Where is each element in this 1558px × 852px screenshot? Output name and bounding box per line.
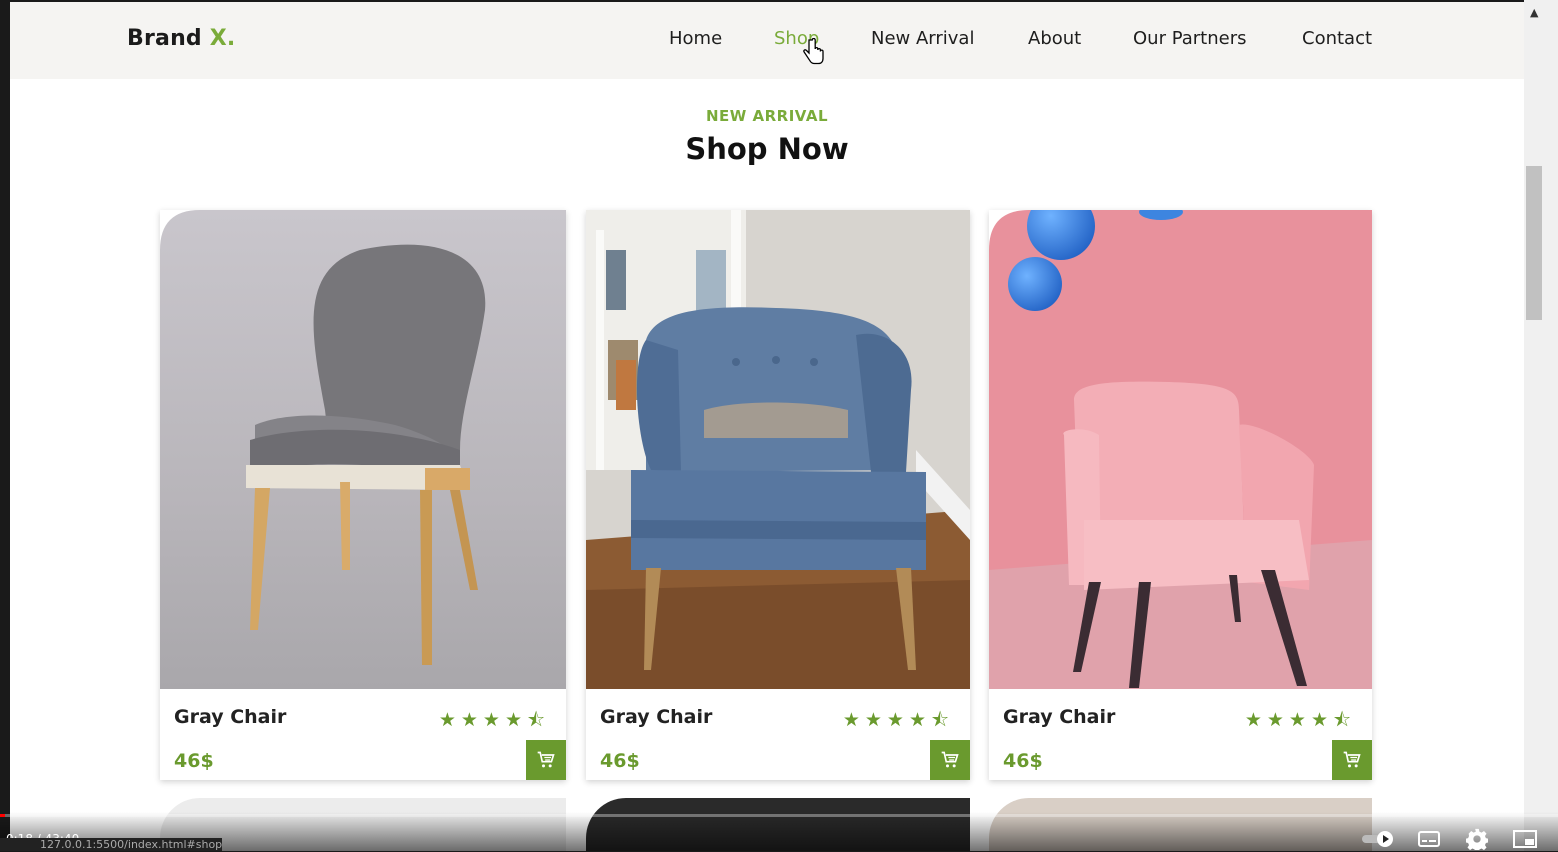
star-rating-icon: ★★★★⯪ (438, 709, 550, 731)
product-card[interactable]: Gray Chair ★★★★⯪ 46$ (989, 210, 1372, 780)
product-price: 46$ (174, 750, 214, 772)
cart-icon (941, 751, 959, 768)
product-title: Gray Chair (174, 706, 287, 728)
product-image-blue-armchair[interactable] (586, 210, 970, 689)
star-rating-icon: ★★★★⯪ (842, 709, 954, 731)
add-to-cart-button[interactable] (526, 740, 566, 780)
video-progress-bar[interactable] (0, 814, 1558, 817)
browser-viewport: Brand X. Home Shop New Arrival About Our… (10, 2, 1524, 851)
cart-icon (537, 751, 555, 768)
video-progress-fill (0, 814, 5, 817)
nav-item-our-partners[interactable]: Our Partners (1133, 28, 1247, 49)
product-card[interactable]: Gray Chair ★★★★⯪ 46$ (586, 210, 970, 780)
navbar: Brand X. Home Shop New Arrival About Our… (10, 2, 1524, 79)
nav-item-contact[interactable]: Contact (1302, 28, 1372, 49)
autoplay-toggle-icon[interactable] (1360, 826, 1396, 852)
section-subtitle: NEW ARRIVAL (705, 107, 829, 125)
subtitles-icon[interactable] (1416, 826, 1442, 852)
product-title: Gray Chair (1003, 706, 1116, 728)
cart-icon (1343, 751, 1361, 768)
video-controls-bar (0, 812, 1558, 851)
product-image-gray-chair[interactable] (160, 210, 566, 689)
nav-item-new-arrival[interactable]: New Arrival (871, 28, 974, 49)
add-to-cart-button[interactable] (930, 740, 970, 780)
status-url: 127.0.0.1:5500/index.html#shop (0, 838, 222, 851)
product-title: Gray Chair (600, 706, 713, 728)
product-price: 46$ (600, 750, 640, 772)
add-to-cart-button[interactable] (1332, 740, 1372, 780)
vertical-scrollbar[interactable] (1524, 0, 1558, 851)
product-card[interactable]: Gray Chair ★★★★⯪ 46$ (160, 210, 566, 780)
main-nav: Home Shop New Arrival About Our Partners… (10, 28, 1524, 58)
scrollbar-thumb[interactable] (1526, 166, 1542, 320)
scroll-up-arrow-icon[interactable]: ▲ (1530, 6, 1538, 19)
product-image-pink-armchair[interactable] (989, 210, 1372, 689)
hand-cursor-icon (803, 38, 824, 65)
settings-gear-icon[interactable] (1464, 826, 1490, 852)
nav-item-about[interactable]: About (1028, 28, 1081, 49)
section-heading: Shop Now (685, 132, 849, 166)
miniplayer-icon[interactable] (1512, 826, 1538, 852)
star-rating-icon: ★★★★⯪ (1244, 709, 1356, 731)
nav-item-home[interactable]: Home (669, 28, 722, 49)
product-price: 46$ (1003, 750, 1043, 772)
